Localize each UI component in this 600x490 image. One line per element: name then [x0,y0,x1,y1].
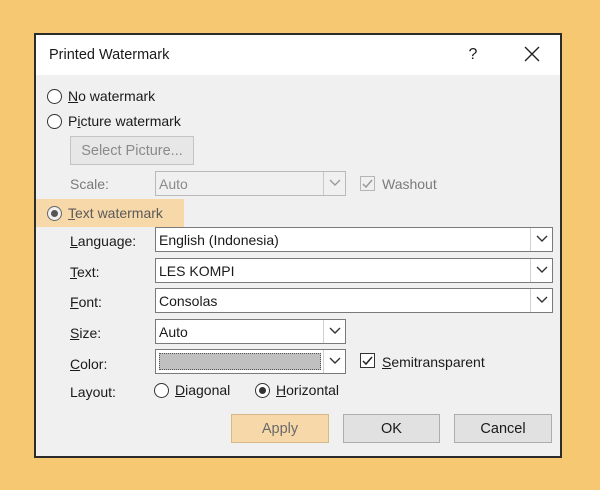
color-swatch [159,353,321,370]
layout-diagonal-radio[interactable] [154,382,169,398]
font-combo[interactable]: Consolas [155,288,553,313]
help-button[interactable]: ? [466,46,480,64]
color-combo[interactable] [155,349,346,374]
printed-watermark-dialog: Printed Watermark ? No watermark Picture… [34,33,562,458]
scale-combo[interactable]: Auto [155,171,346,196]
text-label: Text: [70,264,100,280]
title-bar: Printed Watermark ? [36,35,560,75]
chevron-down-icon [323,350,345,373]
chevron-down-icon [530,228,552,251]
language-label: Language: [70,233,137,249]
font-label: Font: [70,294,102,310]
text-watermark-label: Text watermark [68,205,163,221]
layout-diagonal-label: Diagonal [175,382,231,398]
text-combo[interactable]: LES KOMPI [155,258,553,283]
ok-button[interactable]: OK [343,414,440,443]
no-watermark-radio[interactable] [47,88,62,104]
chevron-down-icon [530,259,552,282]
dialog-title: Printed Watermark [49,47,170,63]
no-watermark-label: No watermark [68,88,156,104]
layout-diagonal-option[interactable]: Diagonal [154,380,230,400]
layout-horizontal-radio[interactable] [255,382,270,398]
chevron-down-icon [530,289,552,312]
no-watermark-option[interactable]: No watermark [47,86,155,106]
size-value: Auto [159,324,188,340]
scale-label: Scale: [70,176,109,192]
chevron-down-icon [323,320,345,343]
text-watermark-option[interactable]: Text watermark [47,203,163,223]
chevron-down-icon [323,172,345,195]
font-value: Consolas [159,293,218,309]
layout-label: Layout: [70,384,116,400]
picture-watermark-option[interactable]: Picture watermark [47,111,181,131]
semitransparent-checkbox[interactable] [360,353,375,368]
picture-watermark-label: Picture watermark [68,113,181,129]
picture-watermark-radio[interactable] [47,113,62,129]
scale-value: Auto [159,176,188,192]
language-combo[interactable]: English (Indonesia) [155,227,553,252]
cancel-button[interactable]: Cancel [454,414,552,443]
washout-label: Washout [382,176,437,192]
layout-horizontal-label: Horizontal [276,382,340,398]
semitransparent-label: Semitransparent [382,354,485,370]
size-label: Size: [70,325,102,341]
select-picture-button[interactable]: Select Picture... [70,136,194,165]
layout-horizontal-option[interactable]: Horizontal [255,380,339,400]
close-icon[interactable] [522,42,542,66]
color-label: Color: [70,356,108,372]
language-value: English (Indonesia) [159,232,279,248]
size-combo[interactable]: Auto [155,319,346,344]
apply-button[interactable]: Apply [231,414,329,443]
washout-checkbox[interactable] [360,176,375,191]
text-watermark-radio[interactable] [47,205,62,221]
text-value: LES KOMPI [159,263,235,279]
